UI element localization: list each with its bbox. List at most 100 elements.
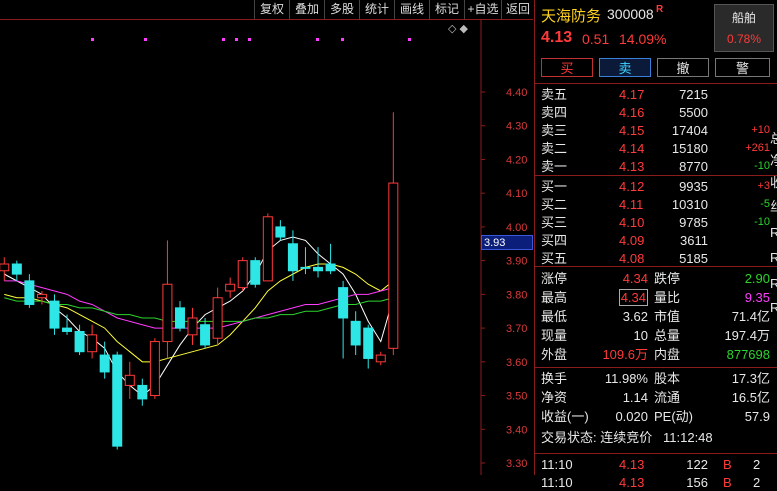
bid-row[interactable]: 买三 4.10 9785 -10 [535, 214, 777, 231]
candle-body-down[interactable] [49, 300, 60, 329]
tick-count: 2 [753, 457, 761, 472]
stat-label: 最低 [541, 309, 568, 324]
bid-row[interactable]: 买四 4.09 3611 [535, 232, 777, 249]
edge-glyph: R [770, 250, 777, 265]
candle-body-down[interactable] [24, 280, 35, 305]
candle-body-up[interactable] [262, 216, 273, 282]
candle-body-up[interactable] [149, 341, 160, 397]
price-change-pct: 14.09% [619, 31, 667, 47]
candle-body-up[interactable] [162, 283, 173, 343]
cancel-order-button[interactable]: 撤 [657, 58, 709, 77]
ask-row[interactable]: 卖三 4.15 17404 +10 [535, 122, 777, 139]
ask-label: 卖三 [541, 123, 568, 138]
stat-label: 现量 [541, 328, 568, 343]
candle-body-down[interactable] [74, 330, 85, 353]
statistics-button[interactable]: 统计 [359, 0, 394, 19]
candle-body-down[interactable] [11, 263, 22, 275]
ask-row[interactable]: 卖一 4.13 8770 -10 [535, 158, 777, 175]
candle-body-down[interactable] [275, 226, 286, 238]
adjust-rights-button[interactable]: 复权 [254, 0, 289, 19]
candle-body-down[interactable] [350, 320, 361, 346]
industry-box[interactable]: 船舶 0.78% [714, 4, 774, 52]
draw-line-button[interactable]: 画线 [394, 0, 429, 19]
tick-volume: 122 [686, 457, 708, 472]
event-marker[interactable] [408, 38, 411, 41]
candle-body-down[interactable] [200, 324, 211, 346]
candle-body-up[interactable] [212, 297, 223, 339]
candle-body-down[interactable] [112, 354, 123, 447]
add-watchlist-button[interactable]: +自选 [464, 0, 501, 19]
tick-volume: 156 [686, 475, 708, 490]
price-tick-label: 4.30 [506, 121, 527, 133]
candle-body-down[interactable] [137, 384, 148, 400]
candle-body-down[interactable] [300, 266, 311, 269]
candle-body-down[interactable] [313, 266, 324, 272]
stat-value-2: 16.5亿 [731, 390, 770, 405]
stat-value-2: 877698 [726, 347, 770, 362]
stat-value: 0.020 [615, 409, 648, 424]
candle-body-up[interactable] [237, 260, 248, 289]
kline-chart-panel[interactable]: 4.40 4.30 4.20 4.10 4.00 3.90 3.80 3.70 3.60 3.50… [0, 19, 533, 475]
ask-label: 卖五 [541, 87, 568, 102]
event-marker[interactable] [222, 38, 225, 41]
candle-body-up[interactable] [0, 263, 10, 272]
ask-volume: 5500 [679, 105, 708, 120]
back-button[interactable]: 返回 [501, 0, 534, 19]
candle-body-up[interactable] [375, 354, 386, 363]
stat-value-2: 9.35 [744, 290, 770, 305]
candle-body-down[interactable] [287, 243, 298, 272]
ask-row[interactable]: 卖四 4.16 5500 [535, 104, 777, 121]
multi-stock-button[interactable]: 多股 [324, 0, 359, 19]
event-marker[interactable] [341, 38, 344, 41]
edge-glyph: 净 [770, 153, 777, 168]
candle-body-up[interactable] [225, 283, 236, 292]
stat-row: 净资 1.14 流通 16.5亿 [535, 389, 777, 406]
candle-body-up[interactable] [36, 293, 47, 299]
candle-body-down[interactable] [62, 327, 73, 332]
tick-direction: B [723, 475, 732, 490]
stat-label: 换手 [541, 371, 568, 386]
event-marker[interactable] [316, 38, 319, 41]
sell-button[interactable]: 卖 [599, 58, 651, 77]
candle-body-down[interactable] [325, 263, 336, 272]
overlay-button[interactable]: 叠加 [289, 0, 324, 19]
alert-button[interactable]: 警 [715, 58, 770, 77]
candle-body-up[interactable] [87, 334, 98, 353]
chart-corner-icons[interactable]: ◇ ◆ [448, 22, 468, 35]
candle-body-up[interactable] [187, 317, 198, 336]
event-marker[interactable] [248, 38, 251, 41]
ask-row[interactable]: 卖五 4.17 7215 [535, 86, 777, 103]
event-marker[interactable] [235, 38, 238, 41]
price-tick-label: 3.50 [506, 391, 527, 403]
bid-row[interactable]: 买五 4.08 5185 [535, 250, 777, 267]
kline-chart[interactable]: 4.40 4.30 4.20 4.10 4.00 3.90 3.80 3.70 3.60 3.50… [0, 19, 533, 475]
candle-body-down[interactable] [363, 327, 374, 359]
tick-price: 4.13 [619, 457, 645, 472]
ask-price: 4.16 [619, 105, 645, 120]
ask-row[interactable]: 卖二 4.14 15180 +261 [535, 140, 777, 157]
bid-label: 买一 [541, 179, 568, 194]
stat-value: 10 [633, 328, 648, 343]
tick-time: 11:10 [541, 475, 573, 490]
ask-price: 4.14 [619, 141, 645, 156]
event-marker[interactable] [144, 38, 147, 41]
stat-row: 涨停 4.34 跌停 2.90 [535, 270, 777, 287]
chart-toolbar: 复权 叠加 多股 统计 画线 标记 +自选 返回 [0, 0, 533, 19]
mark-button[interactable]: 标记 [429, 0, 464, 19]
event-marker[interactable] [91, 38, 94, 41]
candle-body-down[interactable] [250, 260, 261, 285]
buy-button[interactable]: 买 [541, 58, 593, 77]
stat-label-2: 市值 [654, 309, 681, 324]
candle-body-down[interactable] [338, 287, 349, 319]
bid-volume: 3611 [680, 233, 708, 248]
candle-body-up[interactable] [124, 374, 135, 386]
bid-row[interactable]: 买二 4.11 10310 -5 [535, 196, 777, 213]
candle-body-down[interactable] [174, 307, 185, 329]
ask-price: 4.15 [619, 123, 645, 138]
stat-value: 1.14 [622, 390, 648, 405]
candle-body-up[interactable] [388, 182, 399, 349]
bid-row[interactable]: 买一 4.12 9935 +3 [535, 178, 777, 195]
price-tick-label: 3.40 [506, 424, 527, 436]
candle-body-down[interactable] [99, 354, 110, 373]
stat-label: 外盘 [541, 347, 568, 362]
